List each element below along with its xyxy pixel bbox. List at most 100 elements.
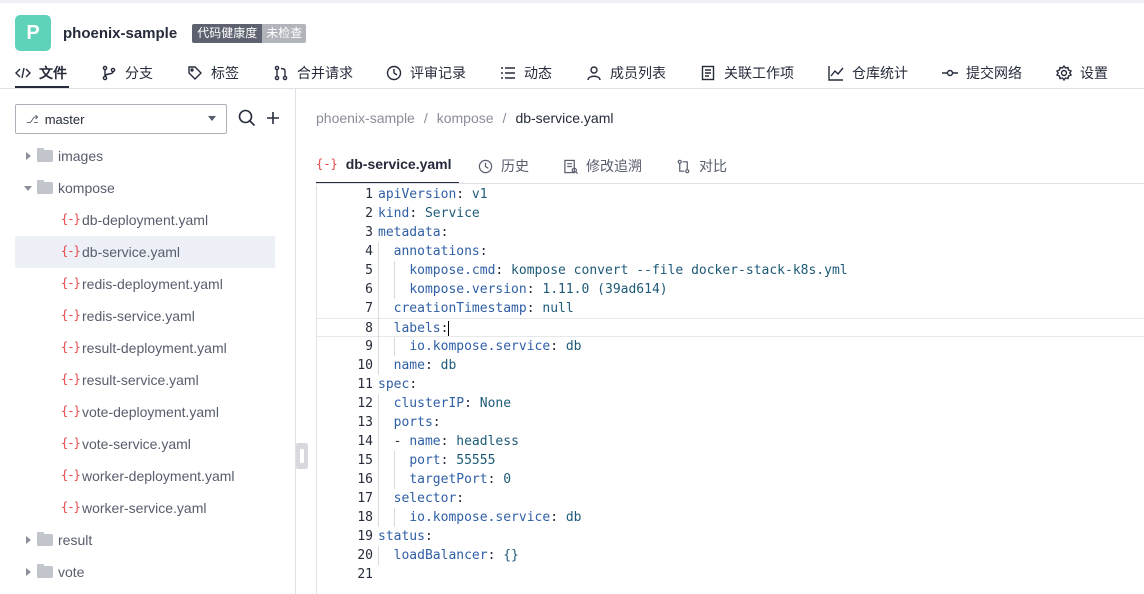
tab-commit-network[interactable]: 提交网络	[942, 63, 1022, 83]
code-line[interactable]: 11 spec:	[317, 375, 1144, 394]
tab-history[interactable]: 历史	[478, 156, 529, 176]
tab-review-history-label: 评审记录	[410, 65, 466, 81]
code-text: labels:	[393, 321, 450, 336]
code-line[interactable]: 16 targetPort: 0	[317, 470, 1144, 489]
code-line[interactable]: 17 selector:	[317, 489, 1144, 508]
tab-files[interactable]: 文件	[15, 63, 67, 83]
tab-activity[interactable]: 动态	[500, 63, 552, 83]
code-text: kind: Service	[378, 206, 480, 221]
tab-blame-label: 修改追溯	[586, 158, 642, 174]
indent-guide	[393, 508, 395, 527]
code-health-badge[interactable]: 代码健康度 未检查	[192, 23, 307, 43]
tree-file[interactable]: {-} result-deployment.yaml	[15, 332, 275, 364]
caret-down-icon[interactable]	[24, 186, 32, 191]
line-number: 4	[365, 244, 373, 259]
tab-activity-label: 动态	[524, 65, 552, 81]
caret-right-icon[interactable]	[26, 152, 31, 160]
tree-file-label: db-service.yaml	[82, 244, 181, 260]
tab-review-history[interactable]: 评审记录	[386, 63, 466, 83]
line-number: 20	[357, 548, 373, 563]
code-text: port: 55555	[409, 453, 496, 468]
code-line[interactable]: 20 loadBalancer: {}	[317, 546, 1144, 565]
code-line[interactable]: 4 annotations:	[317, 242, 1144, 261]
breadcrumb-item[interactable]: phoenix-sample	[316, 110, 415, 126]
code-line[interactable]: 21	[317, 565, 1144, 584]
branch-select[interactable]: ⎇ master	[15, 104, 227, 134]
tree-folder-label: vote	[58, 564, 85, 580]
tree-file-label: redis-service.yaml	[82, 308, 195, 324]
code-line[interactable]: 12 clusterIP: None	[317, 394, 1144, 413]
code-line[interactable]: 15 port: 55555	[317, 451, 1144, 470]
chevron-down-icon	[208, 116, 216, 121]
tab-tags[interactable]: 标签	[187, 63, 239, 83]
code-line[interactable]: 1 apiVersion: v1	[317, 185, 1144, 204]
tree-file[interactable]: {-} db-deployment.yaml	[15, 204, 275, 236]
code-line[interactable]: 7 creationTimestamp: null	[317, 299, 1144, 318]
tab-branches[interactable]: 分支	[101, 63, 153, 83]
code-icon	[15, 67, 31, 79]
tree-file-label: result-deployment.yaml	[82, 340, 227, 356]
code-line[interactable]: 3 metadata:	[317, 223, 1144, 242]
sidebar-collapse-handle[interactable]	[296, 443, 308, 469]
folder-icon	[37, 148, 53, 162]
caret-right-icon[interactable]	[26, 536, 31, 544]
tab-work-items[interactable]: 关联工作项	[700, 63, 794, 83]
tree-file[interactable]: {-} redis-service.yaml	[15, 300, 275, 332]
tree-file-selected[interactable]: {-} db-service.yaml	[15, 236, 275, 268]
tab-repo-stats[interactable]: 仓库统计	[828, 63, 908, 83]
tab-compare[interactable]: 对比	[676, 156, 727, 176]
tree-file[interactable]: {-} worker-service.yaml	[15, 492, 275, 524]
tree-file[interactable]: {-} worker-deployment.yaml	[15, 460, 275, 492]
tab-merge-requests[interactable]: 合并请求	[273, 63, 353, 83]
yaml-file-icon: {-}	[61, 308, 81, 322]
tab-settings-label: 设置	[1080, 65, 1108, 81]
search-button[interactable]	[237, 108, 257, 128]
code-line[interactable]: 13 ports:	[317, 413, 1144, 432]
tree-folder-result[interactable]: result	[15, 524, 275, 556]
tab-settings[interactable]: 设置	[1056, 63, 1108, 83]
code-line[interactable]: 8 labels:	[317, 318, 1144, 337]
tab-members[interactable]: 成员列表	[586, 63, 666, 83]
breadcrumb-item[interactable]: kompose	[437, 110, 494, 126]
code-line[interactable]: 9 io.kompose.service: db	[317, 337, 1144, 356]
code-line[interactable]: 18 io.kompose.service: db	[317, 508, 1144, 527]
tree-folder-kompose[interactable]: kompose	[15, 172, 275, 204]
tree-file[interactable]: {-} result-service.yaml	[15, 364, 275, 396]
branch-icon: ⎇	[26, 113, 39, 126]
code-viewer[interactable]: 1 apiVersion: v1 2 kind: Service 3 metadata: 4…	[316, 185, 1144, 594]
tree-folder-images[interactable]: images	[15, 140, 275, 172]
members-icon	[587, 66, 601, 81]
code-text: selector:	[393, 491, 465, 506]
project-logo[interactable]: P	[15, 15, 51, 51]
code-line[interactable]: 14 - name: headless	[317, 432, 1144, 451]
project-name[interactable]: phoenix-sample	[63, 25, 177, 42]
yaml-file-icon: {-}	[61, 244, 81, 258]
code-text: kompose.version: 1.11.0 (39ad614)	[409, 282, 668, 297]
tree-file[interactable]: {-} vote-deployment.yaml	[15, 396, 275, 428]
tree-folder-vote[interactable]: vote	[15, 556, 275, 588]
blame-icon	[564, 159, 578, 174]
file-tabs-divider	[316, 183, 1144, 184]
code-line[interactable]: 19 status:	[317, 527, 1144, 546]
yaml-file-icon: {-}	[61, 276, 81, 290]
code-line[interactable]: 2 kind: Service	[317, 204, 1144, 223]
tree-file[interactable]: {-} redis-deployment.yaml	[15, 268, 275, 300]
add-file-button[interactable]	[263, 108, 283, 128]
code-line[interactable]: 6 kompose.version: 1.11.0 (39ad614)	[317, 280, 1144, 299]
line-number: 3	[365, 225, 373, 240]
activity-list-icon	[501, 67, 515, 79]
caret-right-icon[interactable]	[26, 568, 31, 576]
code-line[interactable]: 10 name: db	[317, 356, 1144, 375]
code-line[interactable]: 5 kompose.cmd: kompose convert --file do…	[317, 261, 1144, 280]
tree-file-label: vote-deployment.yaml	[82, 404, 219, 420]
yaml-file-icon: {-}	[61, 372, 81, 386]
tree-file[interactable]: {-} vote-service.yaml	[15, 428, 275, 460]
tab-file-content[interactable]: {-} db-service.yaml	[316, 156, 452, 172]
tab-blame[interactable]: 修改追溯	[563, 156, 642, 176]
folder-icon	[37, 564, 53, 578]
yaml-file-icon: {-}	[61, 340, 81, 354]
branch-icon	[102, 65, 116, 81]
tab-branches-label: 分支	[125, 65, 153, 81]
line-number: 13	[357, 415, 373, 430]
tree-file-label: result-service.yaml	[82, 372, 199, 388]
